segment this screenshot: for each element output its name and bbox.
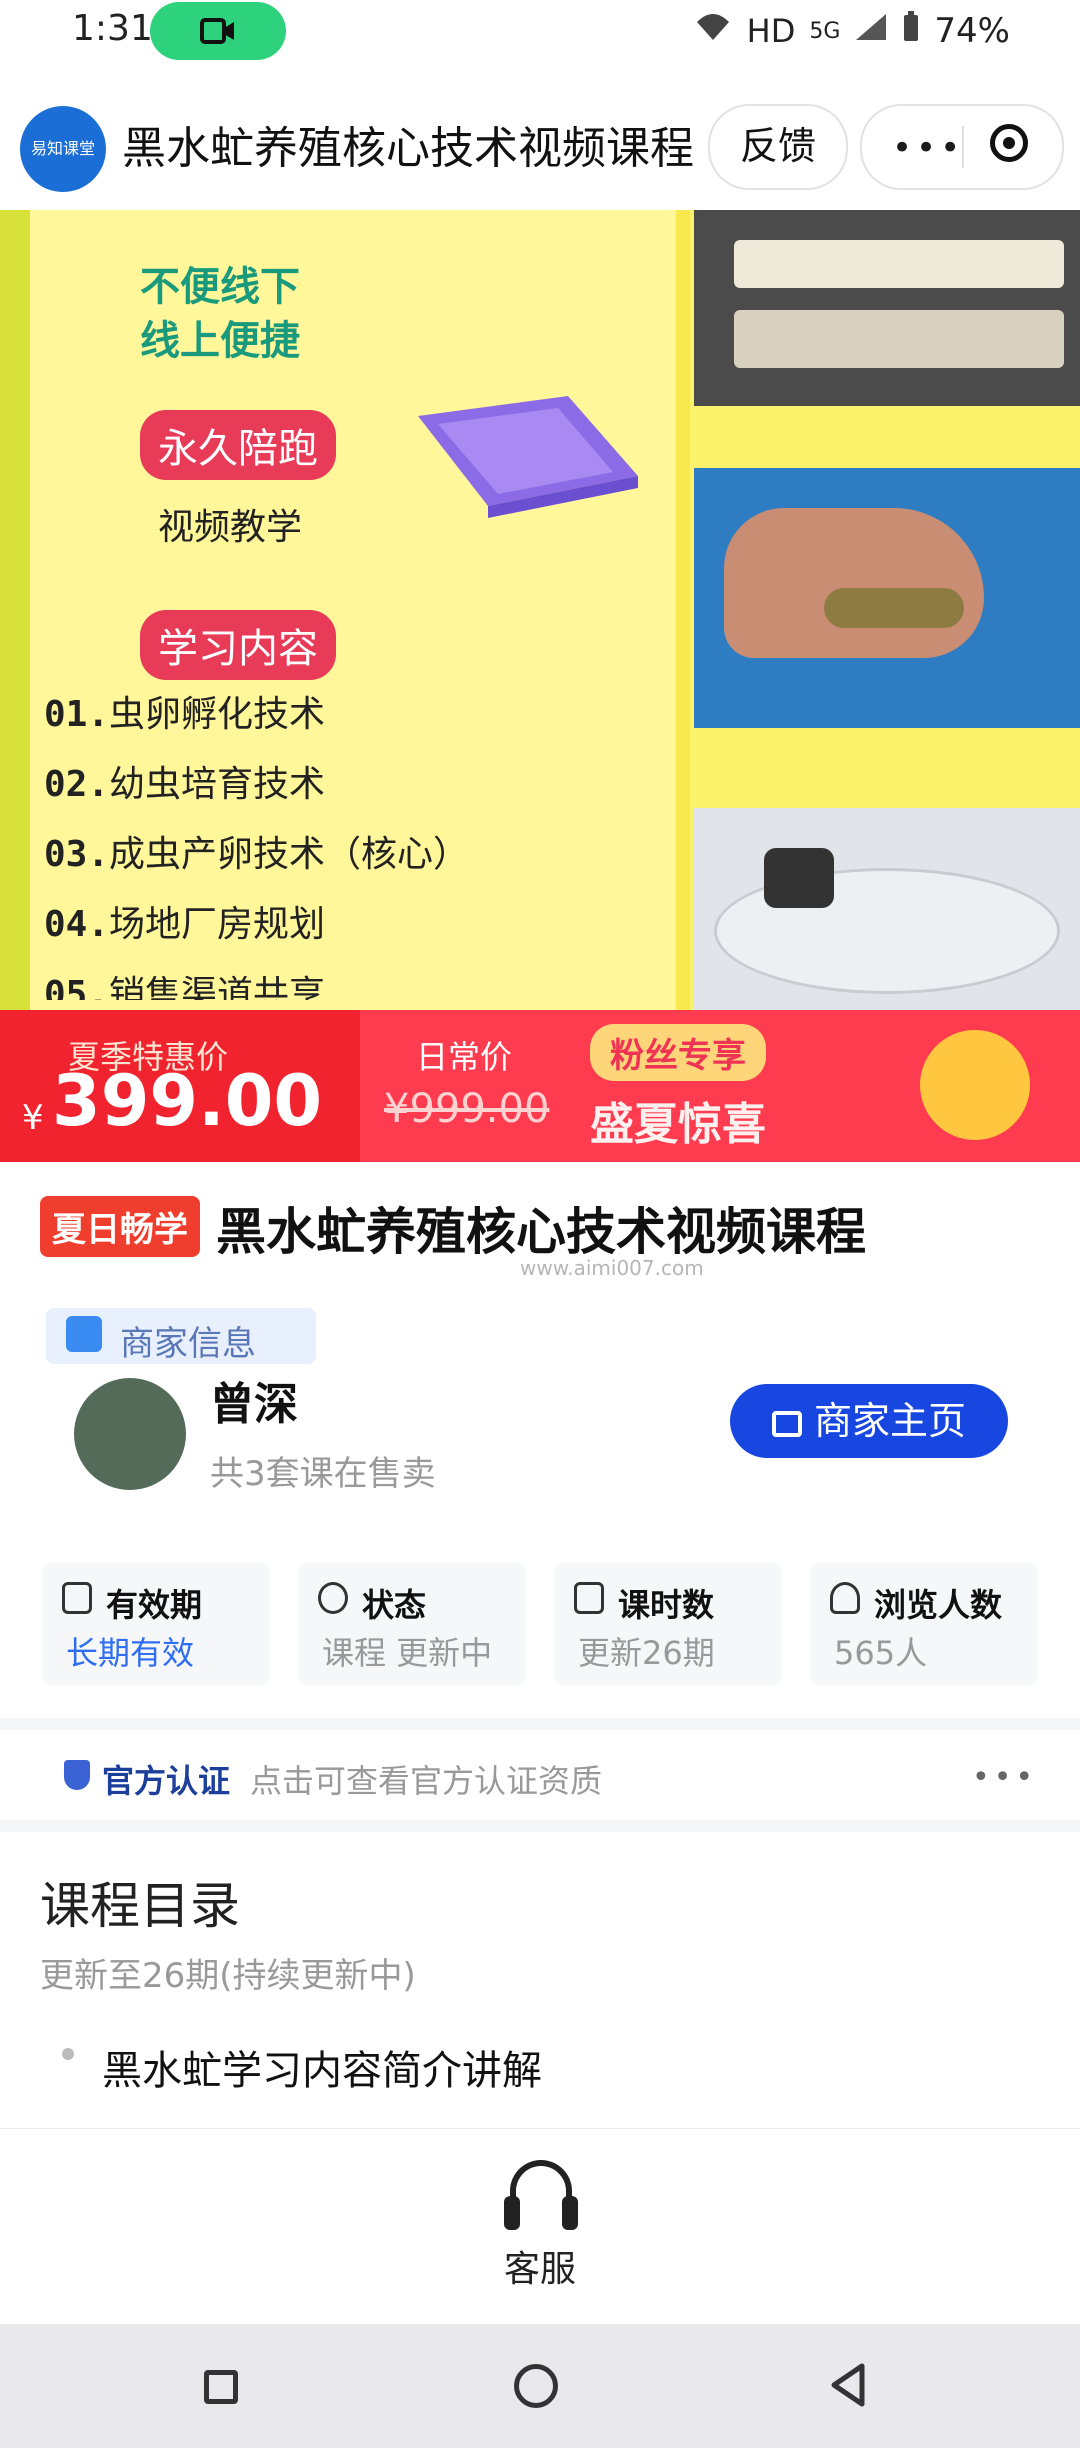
avatar[interactable] <box>74 1378 186 1490</box>
stat-title: 状态 <box>362 1586 427 1624</box>
currency-symbol: ¥ <box>22 1098 44 1138</box>
larvae-hand-photo <box>694 468 1080 728</box>
catalog-title: 课程目录 <box>40 1877 240 1935</box>
system-icons: HD 5G 74% <box>693 10 1010 52</box>
merchant-course-count: 共3套课在售卖 <box>210 1454 436 1494</box>
banner-headline-line1: 不便线下 <box>140 264 300 310</box>
recent-apps-icon[interactable] <box>204 2370 238 2404</box>
wifi-icon <box>693 10 733 52</box>
merchant-name[interactable]: 曾深 <box>210 1368 298 1432</box>
promo-price: 399.00 <box>52 1060 323 1142</box>
shield-icon <box>64 1760 90 1790</box>
back-icon[interactable] <box>828 2362 868 2412</box>
stat-value: 更新26期 <box>578 1634 715 1672</box>
merchant-icon <box>66 1316 102 1352</box>
screen-recording-indicator[interactable] <box>150 2 286 60</box>
learn-content-pill: 学习内容 <box>140 610 336 680</box>
calendar-icon <box>62 1582 92 1614</box>
list-bullet <box>62 2048 74 2060</box>
stat-title: 浏览人数 <box>874 1586 1003 1624</box>
stat-views: 浏览人数 565人 <box>810 1562 1038 1686</box>
watermark: www.aimi007.com <box>520 1256 704 1280</box>
stat-title: 课时数 <box>618 1586 715 1624</box>
official-cert-desc[interactable]: 点击可查看官方认证资质 <box>250 1756 602 1802</box>
battery-percent: 74% <box>934 11 1010 51</box>
forever-pill: 永久陪跑 <box>140 410 336 480</box>
mascot-icon <box>920 1030 1030 1140</box>
stat-title: 有效期 <box>106 1586 203 1624</box>
price-bar: 夏季特惠价 ¥ 399.00 日常价 ¥999.00 粉丝专享 盛夏惊喜 <box>0 1010 1080 1162</box>
course-banner[interactable]: 不便线下 线上便捷 永久陪跑 视频教学 学习内容 01.虫卵孵化技术 02.幼虫… <box>0 210 1080 1010</box>
store-icon <box>771 1410 802 1437</box>
stat-value: 565人 <box>834 1634 928 1672</box>
video-camera-icon <box>200 18 234 44</box>
learn-item: 01.虫卵孵化技术 <box>44 694 326 735</box>
customer-service-button[interactable]: 客服 <box>504 2240 576 2292</box>
farm-tray-photo <box>694 210 1080 406</box>
summer-surprise-text: 盛夏惊喜 <box>590 1099 766 1150</box>
merchant-home-label: 商家主页 <box>813 1399 966 1443</box>
catalog-subtitle: 更新至26期(持续更新中) <box>40 1956 416 1996</box>
stat-status: 状态 课程 更新中 <box>298 1562 526 1686</box>
bottom-action-bar <box>0 2128 1080 2325</box>
banner-edge <box>0 210 30 1010</box>
app-logo: 易知课堂 <box>20 106 106 192</box>
course-title: 黑水虻养殖核心技术视频课程 <box>216 1203 866 1261</box>
miniprogram-capsule: ••• <box>860 104 1064 190</box>
network-gen: 5G <box>809 18 841 44</box>
summer-study-tag: 夏日畅学 <box>40 1196 200 1257</box>
catalog-item[interactable]: 黑水虻学习内容简介讲解 <box>102 2038 542 2096</box>
phone-illustration <box>398 396 638 540</box>
fly-dish-photo <box>694 808 1080 1010</box>
status-time: 1:31 <box>72 8 153 49</box>
official-cert-label: 官方认证 <box>102 1762 231 1800</box>
stat-lessons: 课时数 更新26期 <box>554 1562 782 1686</box>
capsule-divider <box>962 126 964 168</box>
banner-headline: 不便线下 线上便捷 <box>140 260 300 368</box>
page-title: 黑水虻养殖核心技术视频课程 <box>122 123 694 174</box>
learn-list: 01.虫卵孵化技术 02.幼虫培育技术 03.成虫产卵技术（核心） 04.场地厂… <box>44 680 469 1000</box>
more-dots-icon[interactable]: ••• <box>972 1760 1037 1795</box>
home-icon[interactable] <box>514 2364 558 2408</box>
battery-icon <box>902 11 920 51</box>
banner-headline-line2: 线上便捷 <box>140 318 300 364</box>
regular-price: ¥999.00 <box>384 1086 550 1132</box>
clock-icon <box>318 1582 348 1614</box>
regular-price-label: 日常价 <box>416 1038 513 1076</box>
merchant-info-label: 商家信息 <box>120 1324 256 1364</box>
signal-icon <box>854 12 888 50</box>
learn-item: 04.场地厂房规划 <box>44 904 326 945</box>
stat-value: 课程 更新中 <box>322 1634 493 1672</box>
users-icon <box>830 1582 860 1614</box>
learn-item: 05.销售渠道共享 <box>44 974 326 1000</box>
headset-icon-right <box>562 2196 578 2230</box>
more-icon[interactable]: ••• <box>892 128 964 168</box>
stat-value: 长期有效 <box>66 1634 195 1672</box>
feedback-button[interactable]: 反馈 <box>708 104 848 190</box>
fans-exclusive-badge: 粉丝专享 <box>590 1024 766 1081</box>
video-teach-text: 视频教学 <box>158 507 303 548</box>
learn-item: 02.幼虫培育技术 <box>44 764 326 805</box>
merchant-home-button[interactable]: 商家主页 <box>730 1384 1008 1458</box>
network-type: HD <box>746 12 796 50</box>
book-icon <box>574 1582 604 1614</box>
headset-icon-left <box>504 2196 520 2230</box>
stat-validity: 有效期 长期有效 <box>42 1562 270 1686</box>
learn-item: 03.成虫产卵技术（核心） <box>44 834 470 875</box>
close-miniprogram-icon[interactable] <box>990 124 1028 162</box>
